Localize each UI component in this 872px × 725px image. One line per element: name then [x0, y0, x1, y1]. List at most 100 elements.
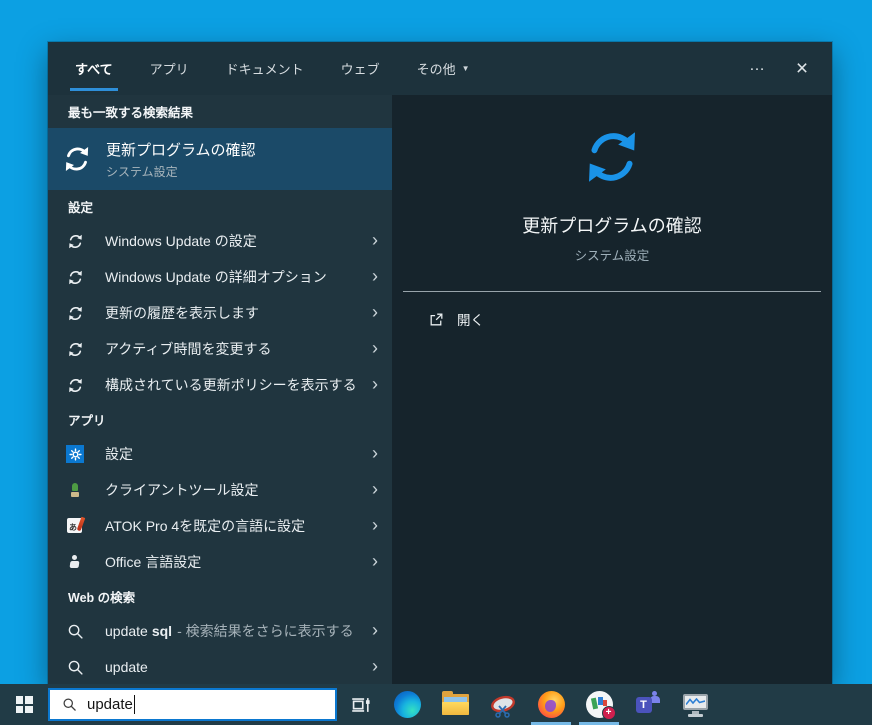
refresh-icon: [62, 144, 92, 174]
file-explorer-icon: [441, 691, 469, 715]
taskbar-app-snipping-tool[interactable]: [479, 684, 527, 725]
tab-all-label: すべて: [75, 62, 113, 77]
result-label: クライアントツール設定: [105, 482, 259, 498]
tab-apps-label: アプリ: [149, 62, 189, 77]
chevron-right-icon[interactable]: ›: [372, 267, 378, 287]
chevron-right-icon[interactable]: ›: [372, 621, 378, 641]
chevron-right-icon[interactable]: ›: [372, 657, 378, 677]
result-row-web-update-sql[interactable]: update sql - 検索結果をさらに表示する ›: [48, 613, 392, 649]
result-row-update-policies[interactable]: 構成されている更新ポリシーを表示する ›: [48, 367, 392, 403]
windows-start-icon: [15, 696, 33, 713]
best-match-title: 更新プログラムの確認: [106, 141, 256, 159]
chevron-down-icon: ▼: [461, 64, 470, 73]
open-external-icon: [428, 311, 445, 328]
chevron-right-icon[interactable]: ›: [372, 231, 378, 251]
result-row-update-history[interactable]: 更新の履歴を表示します ›: [48, 295, 392, 331]
result-row-windows-update-settings[interactable]: Windows Update の設定 ›: [48, 223, 392, 259]
refresh-icon: [67, 305, 84, 322]
settings-gear-icon: [66, 445, 84, 463]
best-match-result[interactable]: 更新プログラムの確認 システム設定: [48, 128, 392, 190]
chevron-right-icon[interactable]: ›: [372, 444, 378, 464]
search-filter-tabs: すべて アプリ ドキュメント ウェブ その他 ▼ … ×: [48, 42, 832, 95]
taskbar-app-edge[interactable]: [383, 684, 431, 725]
tab-all[interactable]: すべて: [70, 42, 118, 95]
result-label: 構成されている更新ポリシーを表示する: [105, 377, 357, 393]
taskbar: update + T: [0, 684, 872, 725]
tab-web-label: ウェブ: [340, 62, 380, 77]
settings-section-header: 設定: [68, 201, 94, 215]
taskbar-app-notes[interactable]: +: [575, 684, 623, 725]
tab-web[interactable]: ウェブ: [341, 42, 380, 95]
result-label: 設定: [105, 446, 133, 462]
result-label: update sql - 検索結果をさらに表示する: [105, 623, 354, 639]
search-results-panel: 最も一致する検索結果 更新プログラムの確認 システム設定 設定 Windows …: [48, 95, 392, 684]
apps-section-header: アプリ: [68, 414, 106, 428]
result-label: アクティブ時間を変更する: [105, 341, 272, 357]
search-flyout-window: すべて アプリ ドキュメント ウェブ その他 ▼ … × 最も一致する検索結果 …: [48, 42, 832, 684]
close-button[interactable]: ×: [780, 42, 824, 95]
open-action-label: 開く: [457, 313, 484, 328]
chevron-right-icon[interactable]: ›: [372, 552, 378, 572]
result-row-settings-app[interactable]: 設定 ›: [48, 436, 392, 472]
desktop: { "colors": { "desktop_blue": "#0ca0e3",…: [0, 0, 872, 725]
taskbar-app-firefox[interactable]: [527, 684, 575, 725]
task-view-button[interactable]: [337, 684, 383, 725]
result-row-office-language-settings[interactable]: Office 言語設定 ›: [48, 544, 392, 580]
chevron-right-icon[interactable]: ›: [372, 375, 378, 395]
result-label: 更新の履歴を表示します: [105, 305, 259, 321]
open-action-button[interactable]: 開く: [428, 309, 484, 329]
search-icon: [62, 697, 77, 712]
preview-title: 更新プログラムの確認: [522, 216, 702, 236]
web-search-section-header: Web の検索: [68, 591, 136, 605]
options-ellipsis-button[interactable]: …: [736, 42, 780, 95]
task-view-icon: [349, 694, 371, 716]
result-row-active-hours[interactable]: アクティブ時間を変更する ›: [48, 331, 392, 367]
chevron-right-icon[interactable]: ›: [372, 339, 378, 359]
tab-more[interactable]: その他 ▼: [417, 42, 470, 95]
preview-divider: [403, 291, 821, 292]
tab-more-label: その他: [416, 62, 456, 77]
system-monitor-icon: [682, 692, 709, 718]
tab-documents[interactable]: ドキュメント: [226, 42, 304, 95]
refresh-icon: [67, 377, 84, 394]
snipping-tool-icon: [489, 692, 517, 718]
result-label: Windows Update の詳細オプション: [105, 269, 327, 285]
search-icon: [67, 659, 84, 676]
refresh-icon: [67, 341, 84, 358]
result-row-web-update[interactable]: update ›: [48, 649, 392, 684]
best-match-section-header: 最も一致する検索結果: [68, 106, 194, 120]
chevron-right-icon[interactable]: ›: [372, 516, 378, 536]
start-button[interactable]: [0, 684, 48, 725]
refresh-icon: [581, 126, 643, 188]
search-icon: [67, 623, 84, 640]
result-label: update: [105, 659, 148, 675]
microsoft-teams-icon: T: [634, 690, 661, 718]
preview-subtitle: システム設定: [574, 249, 650, 263]
result-label: ATOK Pro 4を既定の言語に設定: [105, 518, 306, 534]
result-row-atok-default-language[interactable]: あ ATOK Pro 4を既定の言語に設定 ›: [48, 508, 392, 544]
firefox-icon: [537, 691, 565, 718]
atok-icon: あ: [66, 516, 86, 535]
refresh-icon: [67, 269, 84, 286]
preview-panel: 更新プログラムの確認 システム設定 開く: [392, 95, 832, 684]
client-tools-icon: [66, 481, 84, 499]
tab-apps[interactable]: アプリ: [150, 42, 189, 95]
search-input-value: update: [87, 696, 133, 713]
taskbar-app-teams[interactable]: T: [623, 684, 671, 725]
result-label: Windows Update の設定: [105, 233, 257, 249]
taskbar-app-file-explorer[interactable]: [431, 684, 479, 725]
chevron-right-icon[interactable]: ›: [372, 480, 378, 500]
microsoft-edge-icon: [393, 691, 421, 718]
office-language-icon: [66, 553, 84, 571]
tab-documents-label: ドキュメント: [225, 62, 304, 77]
result-label: Office 言語設定: [105, 554, 202, 570]
result-row-windows-update-advanced-options[interactable]: Windows Update の詳細オプション ›: [48, 259, 392, 295]
best-match-subtitle: システム設定: [106, 164, 178, 179]
refresh-icon: [67, 233, 84, 250]
text-caret: [133, 695, 136, 714]
result-row-client-tools[interactable]: クライアントツール設定 ›: [48, 472, 392, 508]
taskbar-app-system-monitor[interactable]: [671, 684, 719, 725]
taskbar-search-input[interactable]: update: [48, 688, 337, 721]
notes-app-icon: +: [585, 691, 616, 720]
chevron-right-icon[interactable]: ›: [372, 303, 378, 323]
